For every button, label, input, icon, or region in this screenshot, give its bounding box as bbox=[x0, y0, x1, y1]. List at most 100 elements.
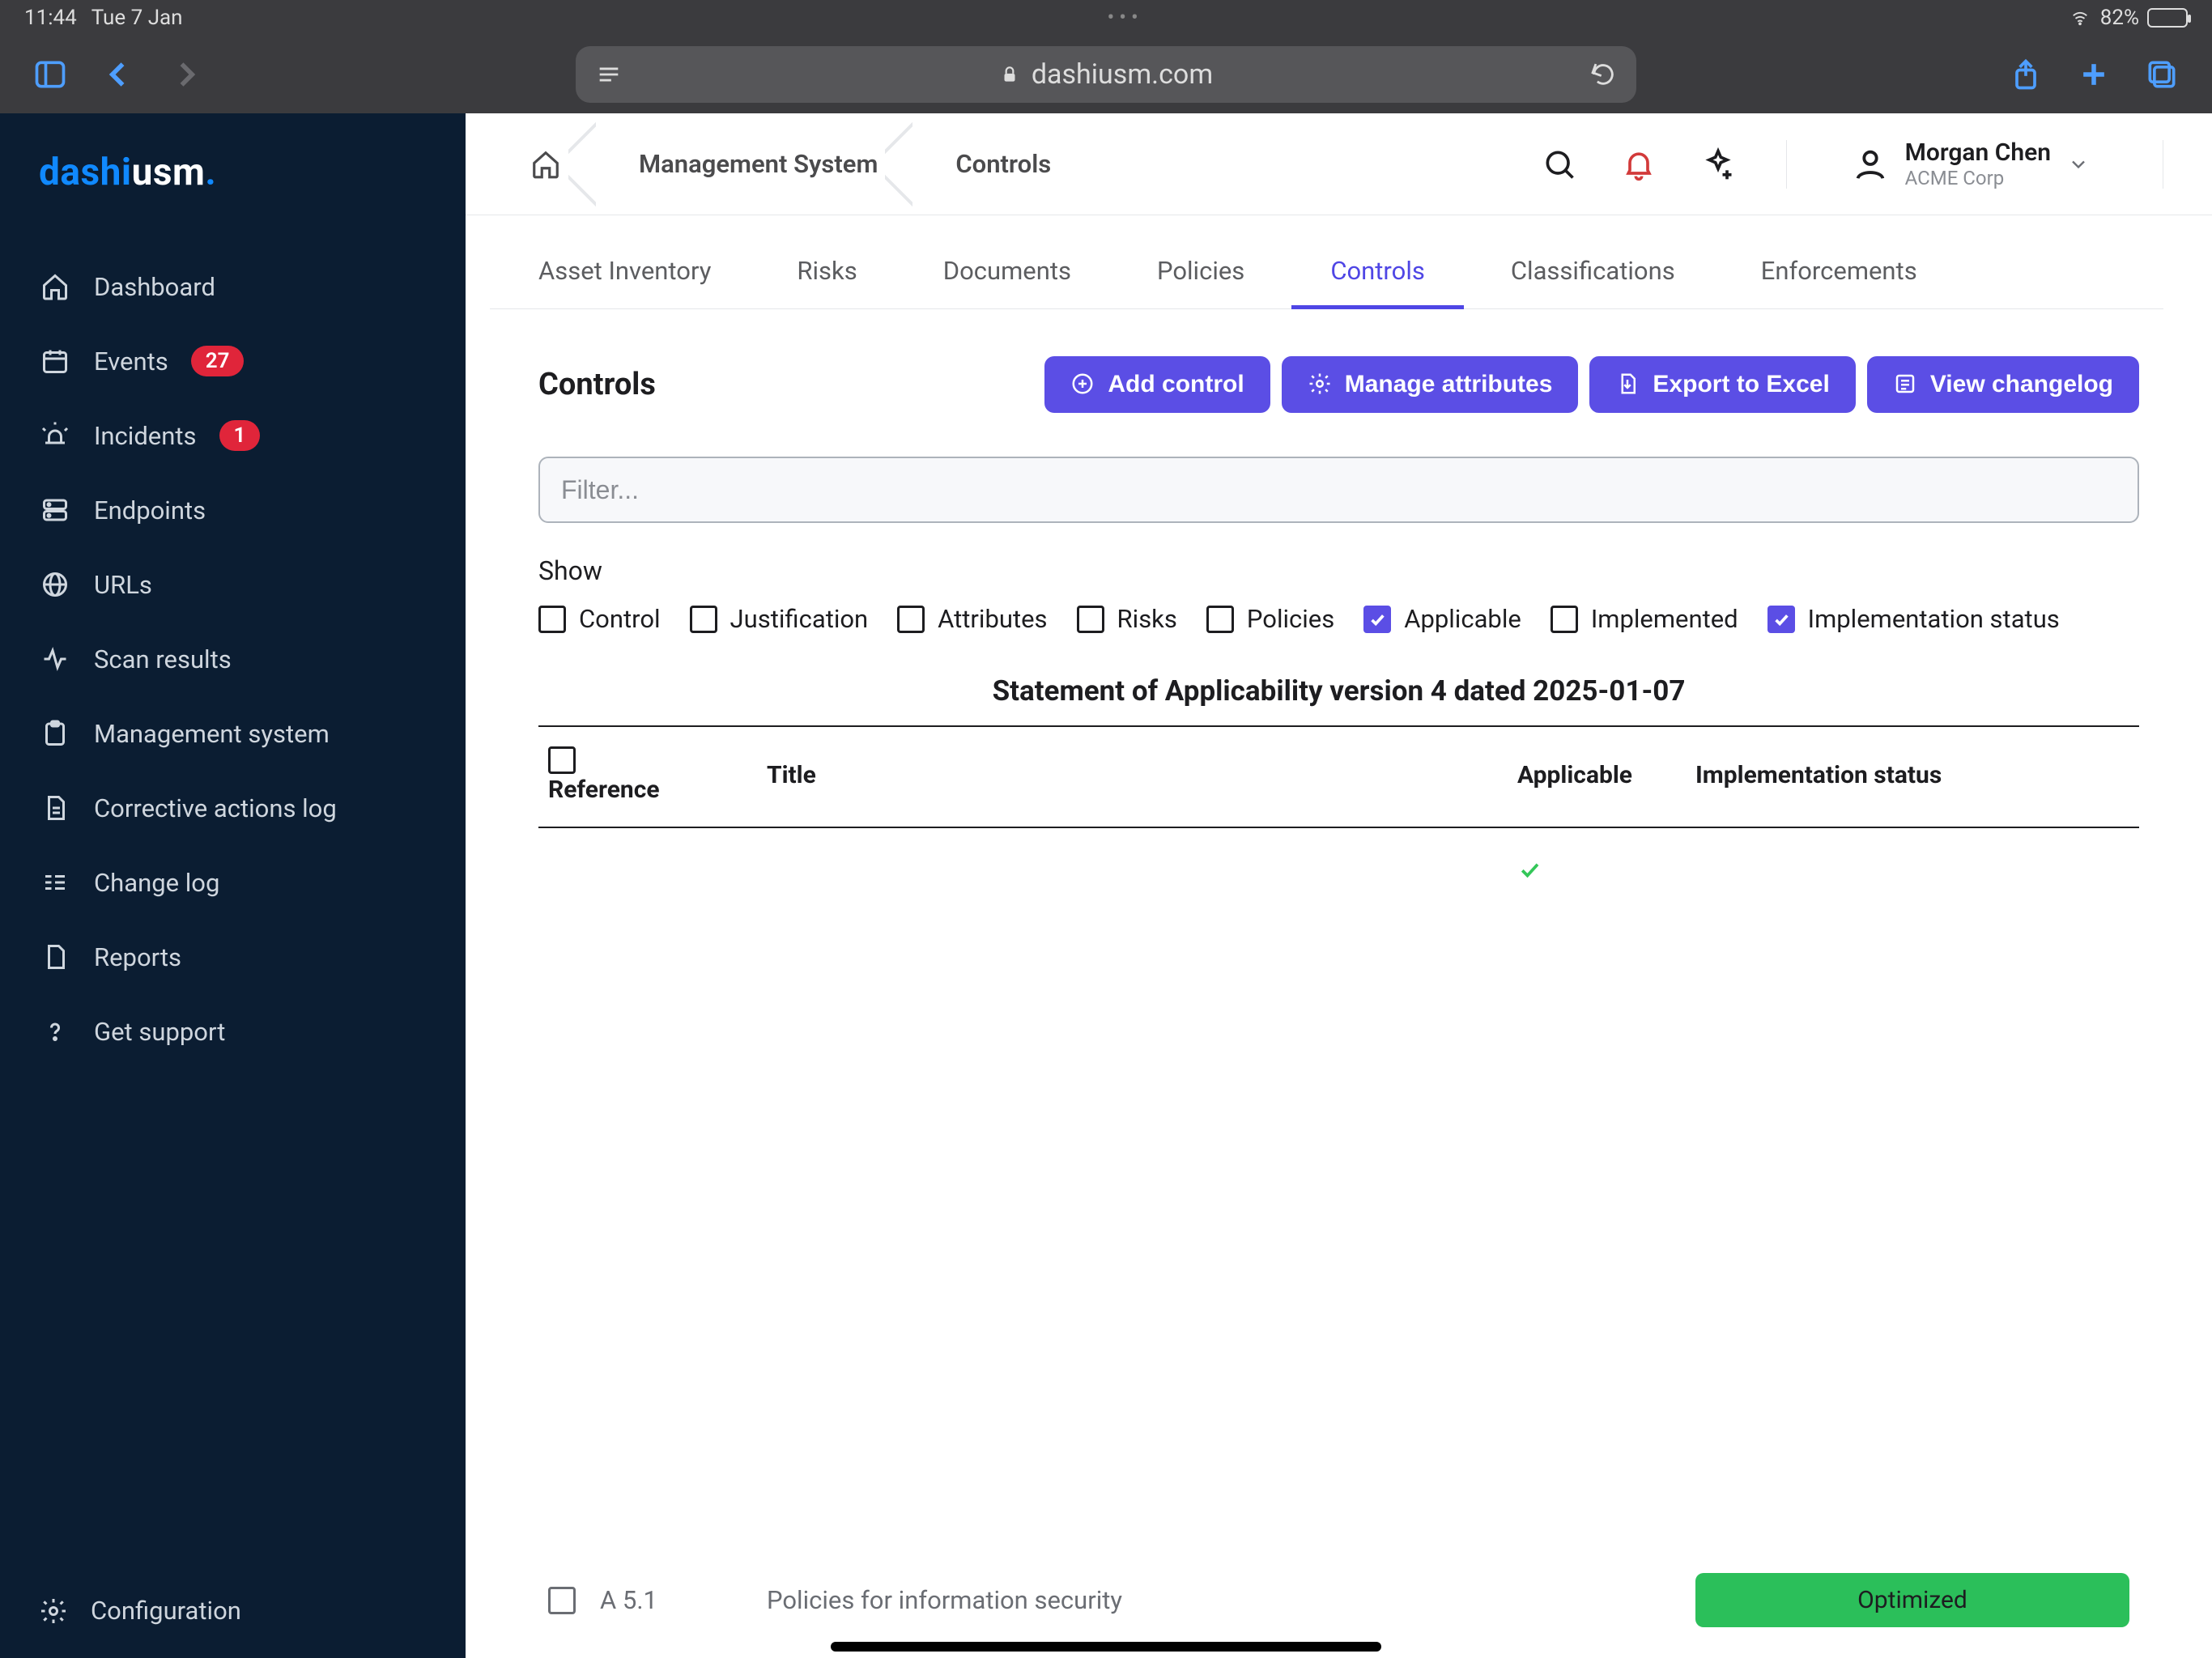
back-icon[interactable] bbox=[100, 57, 136, 92]
checkbox[interactable] bbox=[1077, 606, 1104, 633]
show-option-justification[interactable]: Justification bbox=[690, 604, 869, 634]
row-title: Policies for information security bbox=[757, 827, 1508, 1658]
user-org: ACME Corp bbox=[1905, 167, 2051, 189]
sidebar-item-events[interactable]: Events 27 bbox=[0, 325, 466, 397]
home-icon bbox=[530, 149, 561, 180]
device-status-bar: 11:44 Tue 7 Jan ••• 82% bbox=[0, 0, 2212, 36]
tab-enforcements[interactable]: Enforcements bbox=[1755, 243, 1924, 308]
manage-attributes-button[interactable]: Manage attributes bbox=[1282, 356, 1579, 413]
breadcrumb-controls[interactable]: Controls bbox=[912, 113, 1085, 215]
incidents-badge: 1 bbox=[219, 420, 261, 451]
user-name: Morgan Chen bbox=[1905, 138, 2051, 167]
section-tabs: Asset Inventory Risks Documents Policies Con… bbox=[490, 215, 2163, 309]
sidebar-item-management-system[interactable]: Management system bbox=[0, 698, 466, 769]
url-host: dashiusm.com bbox=[1032, 58, 1213, 91]
clipboard-icon bbox=[39, 717, 71, 750]
sidebar-item-label: Events bbox=[94, 346, 168, 376]
show-options: Control Justification Attributes Risks Polic… bbox=[538, 604, 2139, 634]
show-option-label: Control bbox=[579, 604, 661, 634]
checkbox[interactable] bbox=[690, 606, 717, 633]
checkbox[interactable] bbox=[1206, 606, 1234, 633]
show-option-label: Applicable bbox=[1404, 604, 1521, 634]
filter-input[interactable] bbox=[538, 457, 2139, 523]
show-option-policies[interactable]: Policies bbox=[1206, 604, 1334, 634]
user-menu[interactable]: Morgan Chen ACME Corp bbox=[1852, 138, 2090, 189]
checkbox[interactable] bbox=[897, 606, 925, 633]
col-title: Title bbox=[757, 726, 1508, 827]
sidebar-item-incidents[interactable]: Incidents 1 bbox=[0, 400, 466, 471]
show-option-control[interactable]: Control bbox=[538, 604, 661, 634]
search-icon[interactable] bbox=[1540, 145, 1579, 184]
breadcrumb-management-system[interactable]: Management System bbox=[595, 113, 912, 215]
table-row[interactable]: A 5.1Policies for information securityOp… bbox=[538, 827, 2139, 1658]
show-option-label: Implementation status bbox=[1808, 604, 2060, 634]
forward-icon bbox=[168, 57, 204, 92]
show-option-risks[interactable]: Risks bbox=[1077, 604, 1177, 634]
wifi-icon bbox=[2068, 9, 2092, 27]
sidebar-item-label: Scan results bbox=[94, 644, 232, 674]
col-applicable: Applicable bbox=[1508, 726, 1686, 827]
top-bar: Management System Controls Morgan Chen A… bbox=[466, 113, 2212, 215]
bell-icon[interactable] bbox=[1619, 145, 1658, 184]
server-icon bbox=[39, 494, 71, 526]
share-icon[interactable] bbox=[2008, 57, 2044, 92]
col-reference: Reference bbox=[548, 776, 660, 804]
sidebar-item-label: Endpoints bbox=[94, 495, 206, 525]
breadcrumb-home[interactable] bbox=[482, 113, 595, 215]
show-option-label: Implemented bbox=[1591, 604, 1738, 634]
show-option-implemented[interactable]: Implemented bbox=[1551, 604, 1738, 634]
multitask-dots[interactable]: ••• bbox=[183, 6, 2068, 30]
tab-controls[interactable]: Controls bbox=[1324, 243, 1431, 308]
file-icon bbox=[39, 941, 71, 973]
sidebar-item-urls[interactable]: URLs bbox=[0, 549, 466, 620]
show-option-implementation-status[interactable]: Implementation status bbox=[1767, 604, 2060, 634]
sidebar-item-label: Dashboard bbox=[94, 272, 215, 302]
sidebar-item-corrective-actions[interactable]: Corrective actions log bbox=[0, 772, 466, 844]
sidebar-toggle-icon[interactable] bbox=[32, 57, 68, 92]
alarm-icon bbox=[39, 419, 71, 452]
home-indicator[interactable] bbox=[831, 1642, 1381, 1652]
checkbox[interactable] bbox=[1551, 606, 1578, 633]
app-logo[interactable]: dashiusm. bbox=[0, 136, 466, 235]
events-badge: 27 bbox=[191, 346, 245, 376]
show-option-label: Policies bbox=[1247, 604, 1334, 634]
add-control-button[interactable]: Add control bbox=[1044, 356, 1270, 413]
tab-asset-inventory[interactable]: Asset Inventory bbox=[532, 243, 717, 308]
row-reference: A 5.1 bbox=[600, 1585, 657, 1615]
app-sidebar: dashiusm. Dashboard Events 27 Incidents … bbox=[0, 113, 466, 1658]
select-all-checkbox[interactable] bbox=[548, 746, 576, 774]
show-option-applicable[interactable]: Applicable bbox=[1363, 604, 1521, 634]
help-icon bbox=[39, 1015, 71, 1048]
sidebar-item-configuration[interactable]: Configuration bbox=[0, 1571, 466, 1658]
soa-title: Statement of Applicability version 4 dat… bbox=[538, 674, 2139, 722]
row-checkbox[interactable] bbox=[548, 1587, 576, 1614]
sidebar-item-support[interactable]: Get support bbox=[0, 996, 466, 1067]
sparkle-icon[interactable] bbox=[1699, 145, 1738, 184]
check-icon bbox=[1517, 857, 1542, 882]
row-applicable bbox=[1508, 828, 1686, 1658]
divider bbox=[1786, 140, 1787, 189]
tab-risks[interactable]: Risks bbox=[790, 243, 863, 308]
tab-classifications[interactable]: Classifications bbox=[1504, 243, 1682, 308]
sidebar-item-reports[interactable]: Reports bbox=[0, 921, 466, 993]
sidebar-item-change-log[interactable]: Change log bbox=[0, 847, 466, 918]
export-excel-button[interactable]: Export to Excel bbox=[1589, 356, 1855, 413]
main-area: Management System Controls Morgan Chen A… bbox=[466, 113, 2212, 1658]
reload-icon[interactable] bbox=[1589, 61, 1617, 88]
tabs-icon[interactable] bbox=[2144, 57, 2180, 92]
file-export-icon bbox=[1615, 372, 1641, 397]
checkbox[interactable] bbox=[1363, 606, 1391, 633]
sidebar-item-dashboard[interactable]: Dashboard bbox=[0, 251, 466, 322]
checkbox[interactable] bbox=[1767, 606, 1795, 633]
sidebar-item-label: Configuration bbox=[91, 1596, 241, 1626]
new-tab-icon[interactable] bbox=[2076, 57, 2112, 92]
tab-documents[interactable]: Documents bbox=[937, 243, 1078, 308]
tab-policies[interactable]: Policies bbox=[1151, 243, 1251, 308]
sidebar-item-endpoints[interactable]: Endpoints bbox=[0, 474, 466, 546]
checkbox[interactable] bbox=[538, 606, 566, 633]
view-changelog-button[interactable]: View changelog bbox=[1867, 356, 2139, 413]
url-bar[interactable]: dashiusm.com bbox=[576, 46, 1636, 103]
reader-mode-icon[interactable] bbox=[595, 61, 623, 88]
sidebar-item-scan-results[interactable]: Scan results bbox=[0, 623, 466, 695]
show-option-attributes[interactable]: Attributes bbox=[897, 604, 1047, 634]
